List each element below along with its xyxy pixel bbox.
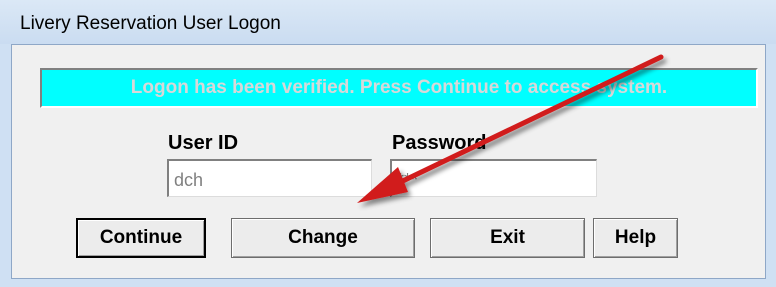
exit-button[interactable]: Exit <box>430 218 585 258</box>
continue-button[interactable]: Continue <box>76 218 206 258</box>
logon-dialog: Logon has been verified. Press Continue … <box>11 44 766 279</box>
window-title: Livery Reservation User Logon <box>20 13 281 34</box>
logon-window: Livery Reservation User Logon Logon has … <box>0 0 776 287</box>
user-id-label: User ID <box>168 132 239 154</box>
user-id-field[interactable] <box>167 159 372 197</box>
status-banner: Logon has been verified. Press Continue … <box>40 68 758 108</box>
password-field[interactable] <box>390 159 597 197</box>
help-button[interactable]: Help <box>593 218 678 258</box>
password-label: Password <box>392 132 487 154</box>
change-button[interactable]: Change <box>231 218 415 258</box>
status-message: Logon has been verified. Press Continue … <box>130 77 668 98</box>
title-bar[interactable]: Livery Reservation User Logon <box>0 0 776 44</box>
